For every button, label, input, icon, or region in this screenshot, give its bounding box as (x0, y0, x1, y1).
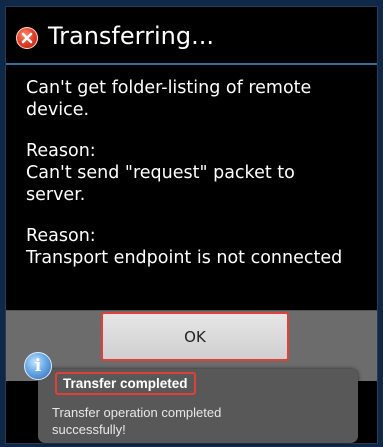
message-paragraph: Can't get folder-listing of remote devic… (26, 77, 371, 121)
toast-message-line: successfully! (52, 422, 126, 437)
message-line: Reason: (26, 141, 96, 161)
transfer-complete-toast: Transfer completed Transfer operation co… (38, 369, 358, 443)
message-line: device. (26, 100, 90, 120)
message-line: server. (26, 185, 86, 205)
toast-message-line: Transfer operation completed (52, 405, 222, 420)
message-line: Can't send "request" packet to (26, 163, 295, 183)
toast-message: Transfer operation completed successfull… (52, 404, 282, 438)
ok-button[interactable]: OK (101, 312, 289, 361)
message-paragraph: Reason: Transport endpoint is not connec… (26, 225, 371, 269)
dialog-titlebar: Transferring... (6, 7, 377, 65)
message-paragraph: Reason: Can't send "request" packet to s… (26, 140, 371, 206)
toast-title: Transfer completed (55, 372, 196, 395)
message-line: Transport endpoint is not connected (26, 248, 343, 268)
message-line: Can't get folder-listing of remote (26, 78, 312, 98)
error-icon (16, 27, 38, 49)
dialog-message: Can't get folder-listing of remote devic… (26, 77, 371, 288)
dialog-title: Transferring... (48, 22, 214, 50)
message-line: Reason: (26, 226, 96, 246)
info-icon: i (24, 352, 52, 380)
